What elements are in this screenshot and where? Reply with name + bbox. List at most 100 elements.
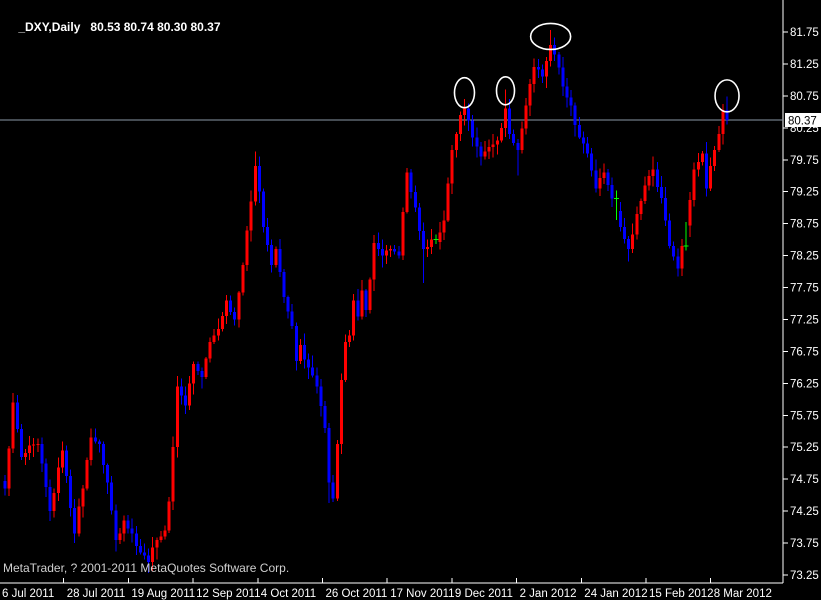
candle-body [192,364,195,383]
candle-body [373,243,376,280]
candle-body [537,67,540,70]
candle-body [176,387,179,448]
candle-body [307,359,310,367]
candle-body [369,280,372,310]
candle-body [668,220,671,245]
price-axis-label: 79.75 [790,155,819,167]
candle-body [278,249,281,272]
candle-body [12,403,15,449]
candle-body [389,249,392,250]
candle-body [623,227,626,239]
candle-body [336,444,339,498]
time-scale[interactable]: 6 Jul 201128 Jul 201119 Aug 201112 Sep 2… [0,578,772,600]
candle-body [53,493,56,511]
candle-body [20,429,23,457]
candle-body [319,387,322,406]
price-axis-label: 74.75 [790,474,819,486]
candle-body [459,115,462,134]
date-axis-label: 2 Jan 2012 [520,588,577,600]
candle-body [705,153,708,188]
candle-body [467,109,470,121]
candle-body [155,540,158,548]
candle-body [77,506,80,533]
candle-body [648,176,651,185]
candle-body [693,169,696,200]
candle-body [643,185,646,201]
price-axis-label: 76.25 [790,378,819,390]
candle-body [635,214,638,235]
candle-body [172,447,175,501]
price-scale[interactable]: 81.7581.2580.7580.2579.7579.2578.7578.25… [783,27,819,582]
candle-body [549,45,552,61]
candle-body [57,468,60,493]
candle-body [578,125,581,138]
candle-body [73,508,76,533]
metatrader-chart-window: _DXY,Daily80.53 80.74 80.30 80.37 81.758… [0,0,821,600]
candle-body [689,200,692,225]
candle-body [229,300,232,312]
candle-body [102,444,105,465]
price-axis-label: 73.25 [790,570,819,582]
candle-body [438,232,441,242]
date-axis-label: 28 Jul 2011 [67,588,126,600]
candle-body [163,530,166,536]
price-axis-label: 74.25 [790,506,819,518]
candle-body [541,70,544,77]
date-axis-label: 26 Oct 2011 [326,588,388,600]
candle-body [94,438,97,442]
candle-body [656,169,659,187]
candle-body [627,239,630,249]
candle-body [426,247,429,249]
candle-body [471,120,474,137]
date-axis-label: 12 Sep 2011 [196,588,260,600]
candle-body [217,329,220,336]
candle-body [328,428,331,482]
candle-body [303,345,306,359]
candle-body [180,387,183,396]
candle-body [672,246,675,256]
candle-body [139,546,142,552]
candle-body [36,444,39,445]
candle-body [557,54,560,67]
candle-body [721,110,724,134]
date-axis-label: 19 Aug 2011 [131,588,195,600]
candle-body [529,84,532,105]
candle-body [282,272,285,297]
candle-body [299,345,302,361]
candle-body [533,67,536,84]
candle-body [492,145,495,147]
candle-body [717,134,720,150]
candle-body [69,476,72,508]
candle-body [447,184,450,221]
candle-body [4,481,7,489]
price-axis-label: 77.25 [790,314,819,326]
candle-body [512,134,515,143]
price-axis-label: 78.25 [790,251,819,263]
candle-body [45,463,48,487]
candle-body [196,364,199,371]
candle-body [377,243,380,249]
date-axis-label: 8 Mar 2012 [714,588,772,600]
candle-body [32,444,35,445]
candle-body [607,173,610,185]
candle-body [49,487,52,511]
candle-body [135,533,138,546]
ohlc-quote-label: 80.53 80.74 80.30 80.37 [90,20,220,34]
candle-body [475,137,478,146]
chart-axes [0,0,783,583]
candle-body [323,406,326,428]
candle-body [258,166,261,192]
price-axis-label: 81.75 [790,27,819,39]
date-axis-label: 24 Jan 2012 [584,588,647,600]
candle-body [16,403,19,429]
candle-body [418,208,421,231]
candle-body [348,335,351,341]
candle-body [340,380,343,444]
candle-body [65,450,68,475]
candle-body [213,336,216,342]
price-chart-canvas[interactable]: 81.7581.2580.7580.2579.7579.2578.7578.25… [0,0,821,600]
candle-body [237,293,240,320]
candle-body [332,482,335,498]
price-axis-label: 73.75 [790,538,819,550]
candle-body [221,316,224,329]
